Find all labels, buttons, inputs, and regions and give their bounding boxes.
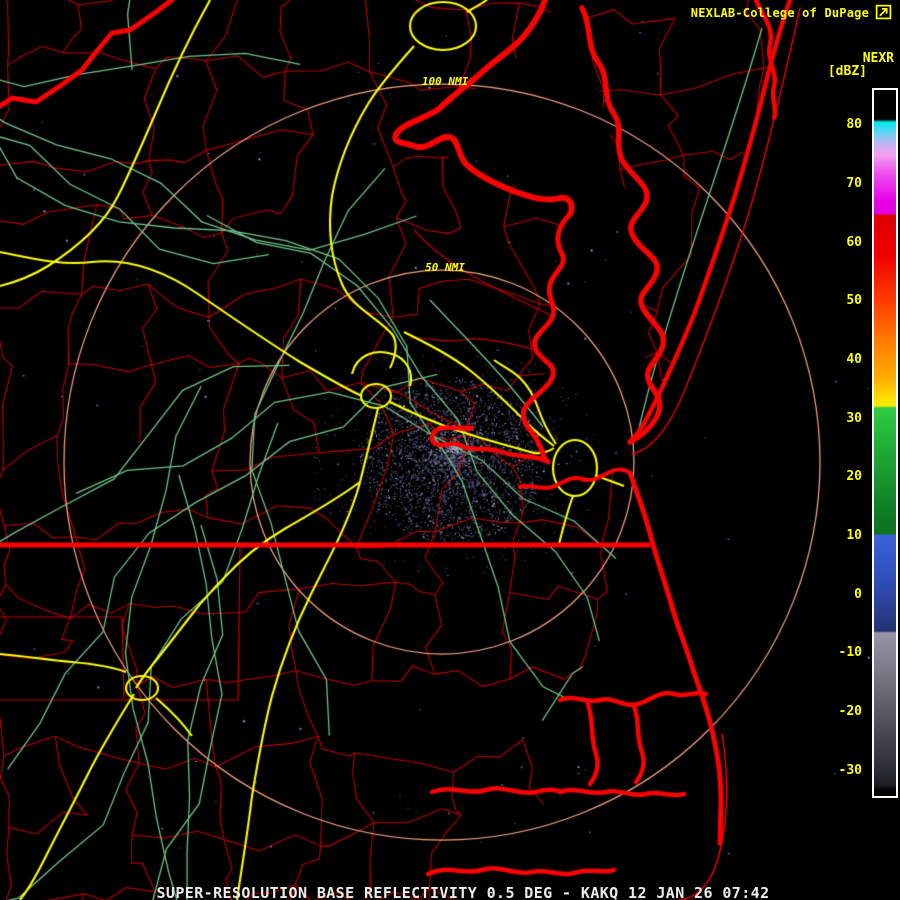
colorbar-gradient (872, 88, 898, 798)
colorbar-tick-label: 80 (798, 117, 862, 133)
colorbar-title: NEXR (863, 51, 894, 66)
arrow-box-icon (875, 3, 892, 20)
colorbar-tick-label: 60 (798, 235, 862, 251)
range-ring-label-100nmi: 100 NMI (422, 75, 468, 88)
colorbar-tick-label: 50 (798, 293, 862, 309)
range-ring-label-50nmi: 50 NMI (425, 261, 465, 274)
radar-display: 100 NMI 50 NMI NEXLAB-College of DuPage … (0, 0, 900, 900)
colorbar-tick-label: 0 (798, 587, 862, 603)
colorbar-tick-label: 20 (798, 469, 862, 485)
branding-text: NEXLAB-College of DuPage (691, 6, 869, 20)
colorbar-tick-label: -30 (798, 763, 862, 779)
colorbar-tick-label: 10 (798, 528, 862, 544)
colorbar-tick-label: -20 (798, 704, 862, 720)
colorbar-units-label: [dBZ] (828, 64, 867, 79)
colorbar-tick-label: 40 (798, 352, 862, 368)
colorbar-tick-label: 70 (798, 176, 862, 192)
colorbar-tick-label: -10 (798, 645, 862, 661)
colorbar-tick-label: 30 (798, 411, 862, 427)
radar-map-canvas (0, 0, 900, 900)
product-title: SUPER-RESOLUTION BASE REFLECTIVITY 0.5 D… (157, 884, 770, 900)
